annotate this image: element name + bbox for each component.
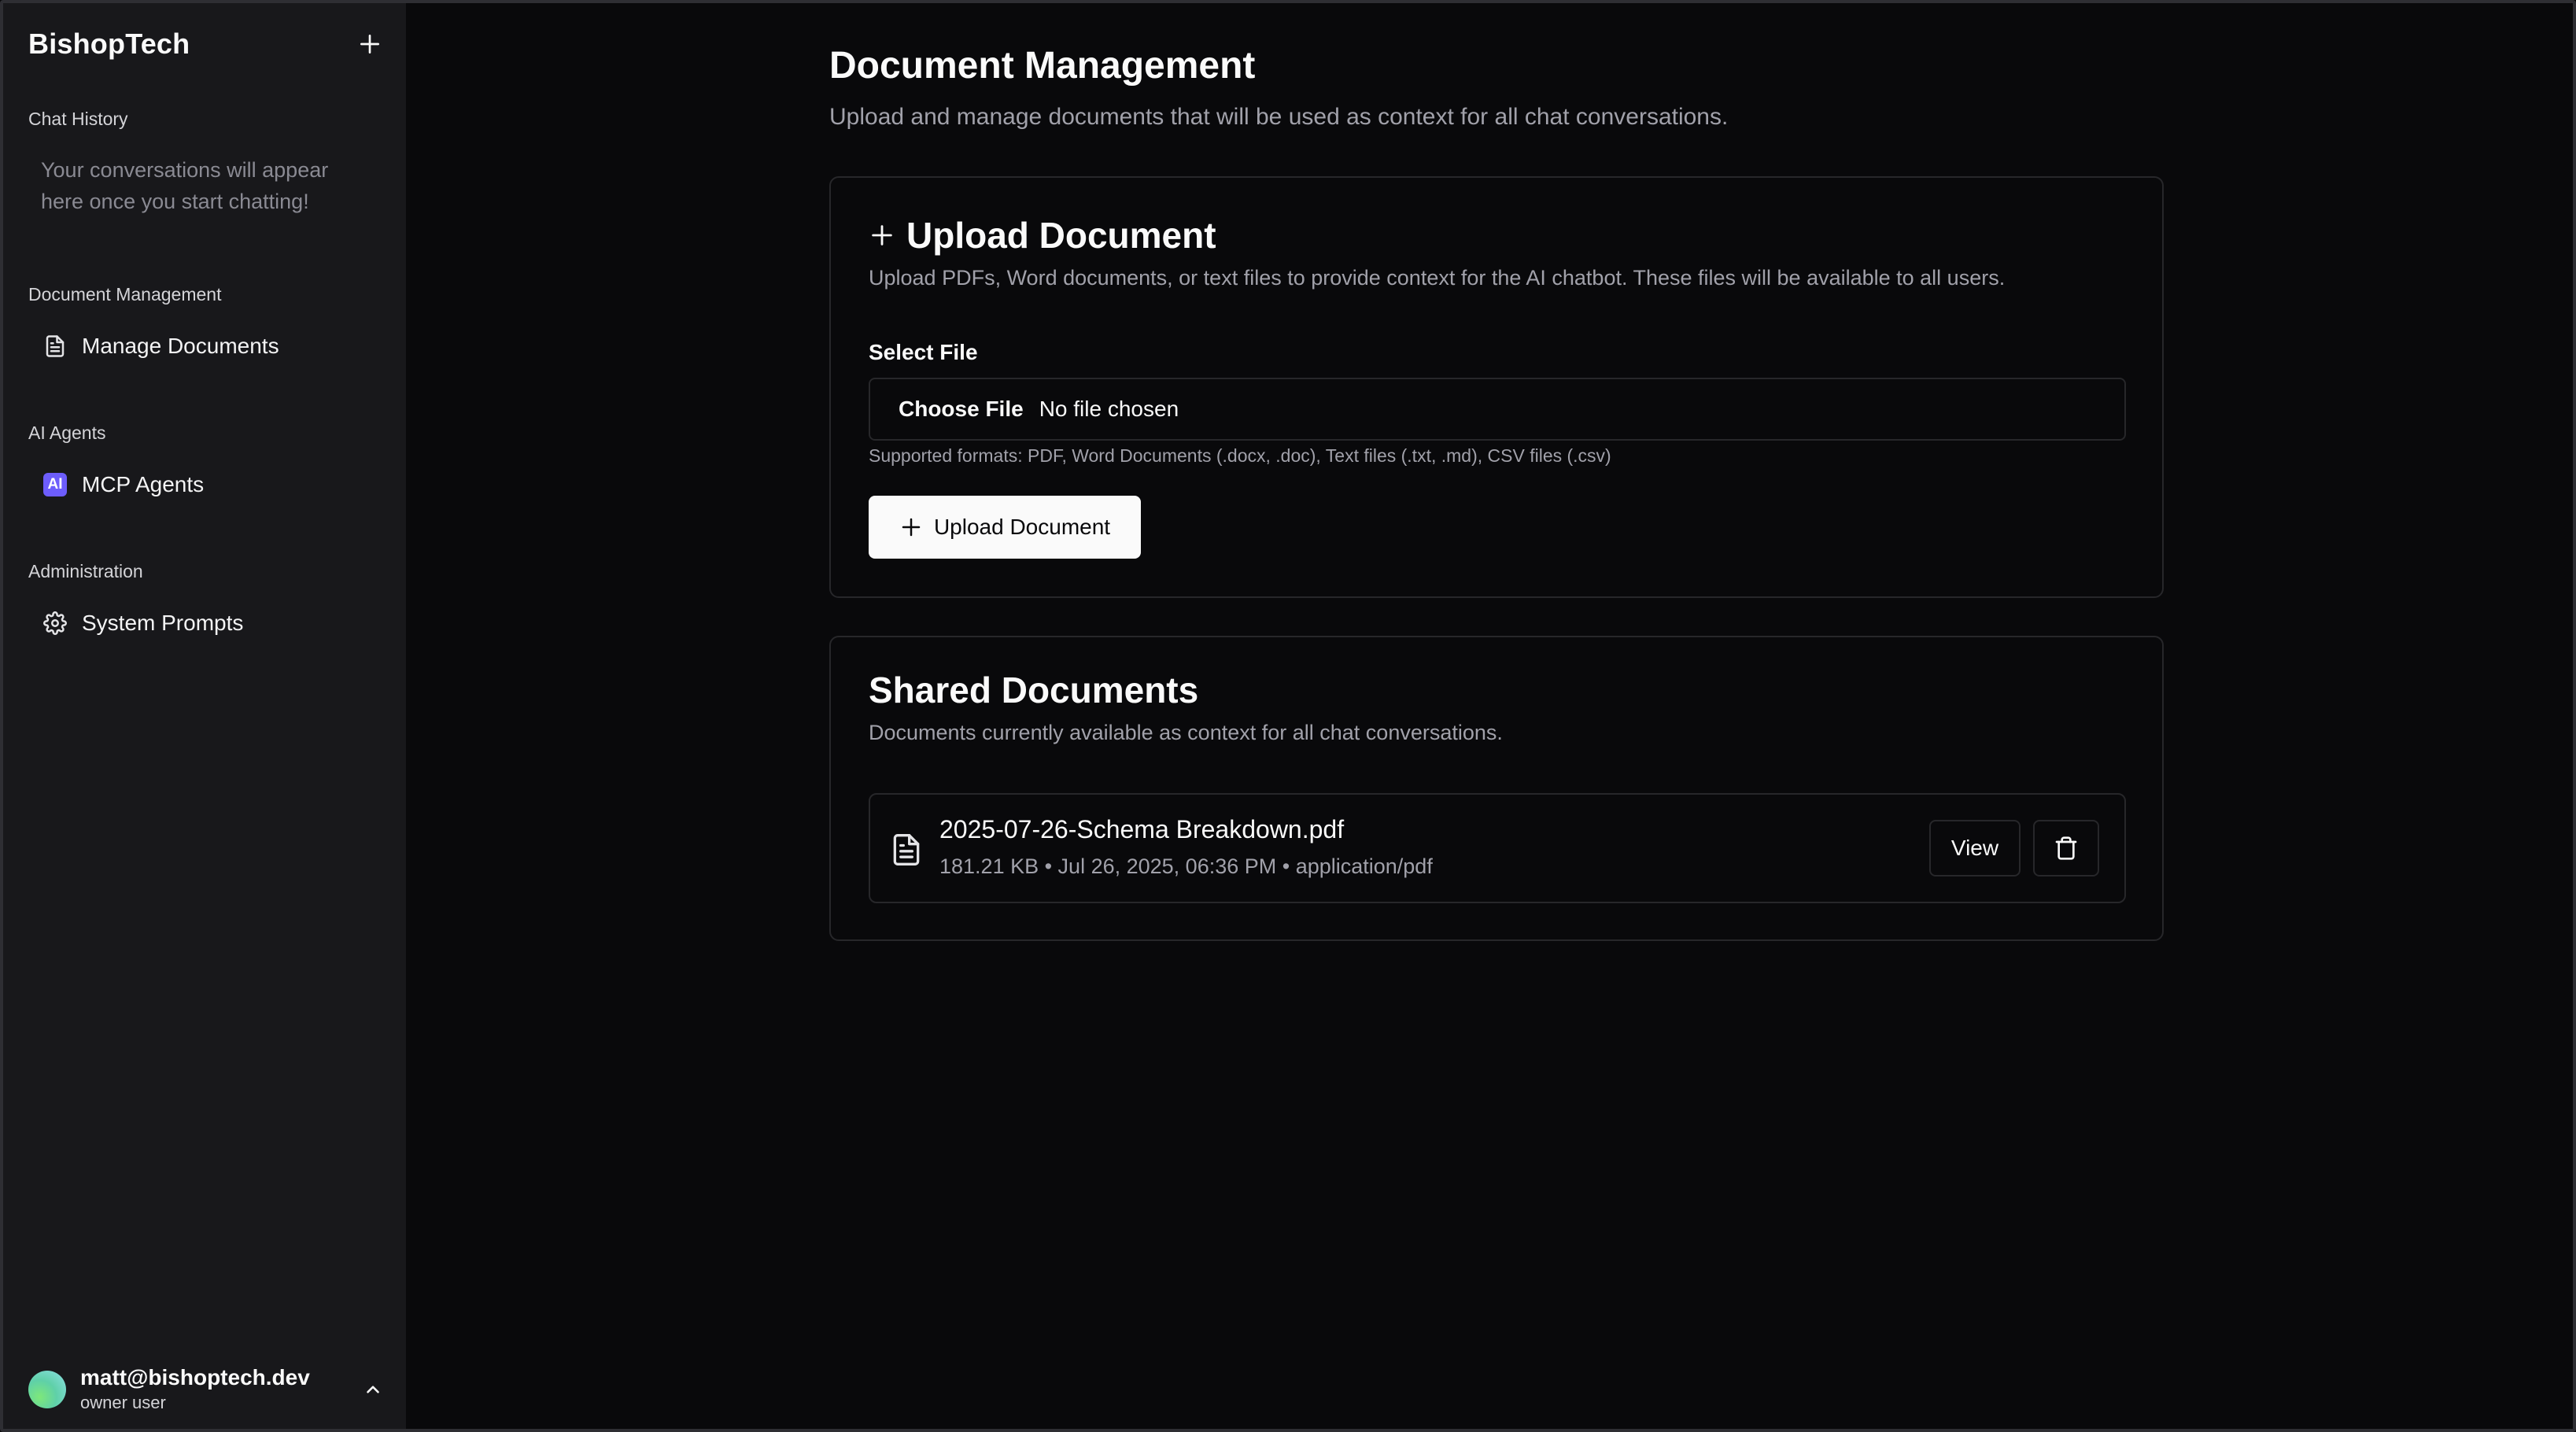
document-row: 2025-07-26-Schema Breakdown.pdf 181.21 K… bbox=[869, 793, 2126, 903]
chevron-up-icon[interactable] bbox=[359, 1375, 387, 1404]
chat-history-label: Chat History bbox=[28, 109, 128, 129]
document-meta: 181.21 KB • Jul 26, 2025, 06:36 PM • app… bbox=[939, 854, 1433, 878]
trash-icon bbox=[2055, 836, 2077, 860]
sidebar-item-label: System Prompts bbox=[82, 611, 244, 635]
view-document-button[interactable]: View bbox=[1929, 820, 2021, 877]
file-text-icon bbox=[42, 334, 68, 359]
file-text-icon bbox=[889, 831, 924, 869]
avatar bbox=[28, 1371, 66, 1408]
upload-document-button-label: Upload Document bbox=[933, 515, 1111, 539]
shared-documents-card: Shared Documents Documents currently ava… bbox=[829, 636, 2164, 941]
brand-name: BishopTech bbox=[28, 28, 190, 60]
delete-document-button[interactable] bbox=[2033, 820, 2099, 877]
document-name: 2025-07-26-Schema Breakdown.pdf bbox=[939, 815, 1345, 843]
chat-history-empty-note: Your conversations will appear here once… bbox=[41, 158, 329, 213]
user-email: matt@bishoptech.dev bbox=[80, 1365, 310, 1390]
upload-card-title-text: Upload Document bbox=[906, 215, 1216, 256]
choose-file-button[interactable]: Choose File bbox=[899, 397, 1024, 422]
file-input[interactable]: Choose File No file chosen bbox=[869, 378, 2126, 441]
upload-card-title: Upload Document bbox=[869, 214, 1216, 257]
upload-document-button[interactable]: Upload Document bbox=[869, 496, 1141, 559]
plus-icon bbox=[899, 515, 923, 539]
group-label-ai-agents: AI Agents bbox=[28, 423, 106, 443]
gear-icon bbox=[42, 611, 68, 636]
user-role: owner user bbox=[80, 1393, 166, 1412]
shared-card-title: Shared Documents bbox=[869, 670, 1199, 710]
page-title: Document Management bbox=[829, 45, 1256, 87]
group-label-document-management: Document Management bbox=[28, 284, 222, 304]
plus-icon bbox=[869, 222, 895, 249]
page-subtitle: Upload and manage documents that will be… bbox=[829, 104, 1729, 130]
ai-badge-text: AI bbox=[43, 473, 67, 496]
sidebar: BishopTech Chat History Your conversatio… bbox=[3, 3, 406, 1429]
shared-card-description: Documents currently available as context… bbox=[869, 721, 1503, 744]
plus-icon bbox=[360, 35, 379, 54]
group-label-administration: Administration bbox=[28, 561, 143, 581]
user-info: matt@bishoptech.dev owner user bbox=[80, 1364, 359, 1415]
user-menu[interactable]: matt@bishoptech.dev owner user bbox=[28, 1361, 387, 1418]
sidebar-item-system-prompts[interactable]: System Prompts bbox=[28, 600, 381, 647]
sidebar-item-label: Manage Documents bbox=[82, 334, 279, 358]
sidebar-header: BishopTech bbox=[28, 25, 387, 63]
sidebar-item-manage-documents[interactable]: Manage Documents bbox=[28, 323, 381, 370]
upload-document-card: Upload Document Upload PDFs, Word docume… bbox=[829, 176, 2164, 598]
ai-badge-icon: AI bbox=[42, 472, 68, 497]
sidebar-item-label: MCP Agents bbox=[82, 472, 205, 496]
supported-formats-hint: Supported formats: PDF, Word Documents (… bbox=[869, 445, 1611, 466]
file-status-text: No file chosen bbox=[1039, 397, 1179, 421]
new-chat-button[interactable] bbox=[352, 27, 387, 61]
select-file-label: Select File bbox=[869, 340, 978, 364]
sidebar-item-mcp-agents[interactable]: AI MCP Agents bbox=[28, 461, 381, 508]
upload-card-description: Upload PDFs, Word documents, or text fil… bbox=[869, 266, 2006, 290]
app-window: BishopTech Chat History Your conversatio… bbox=[0, 0, 2576, 1432]
